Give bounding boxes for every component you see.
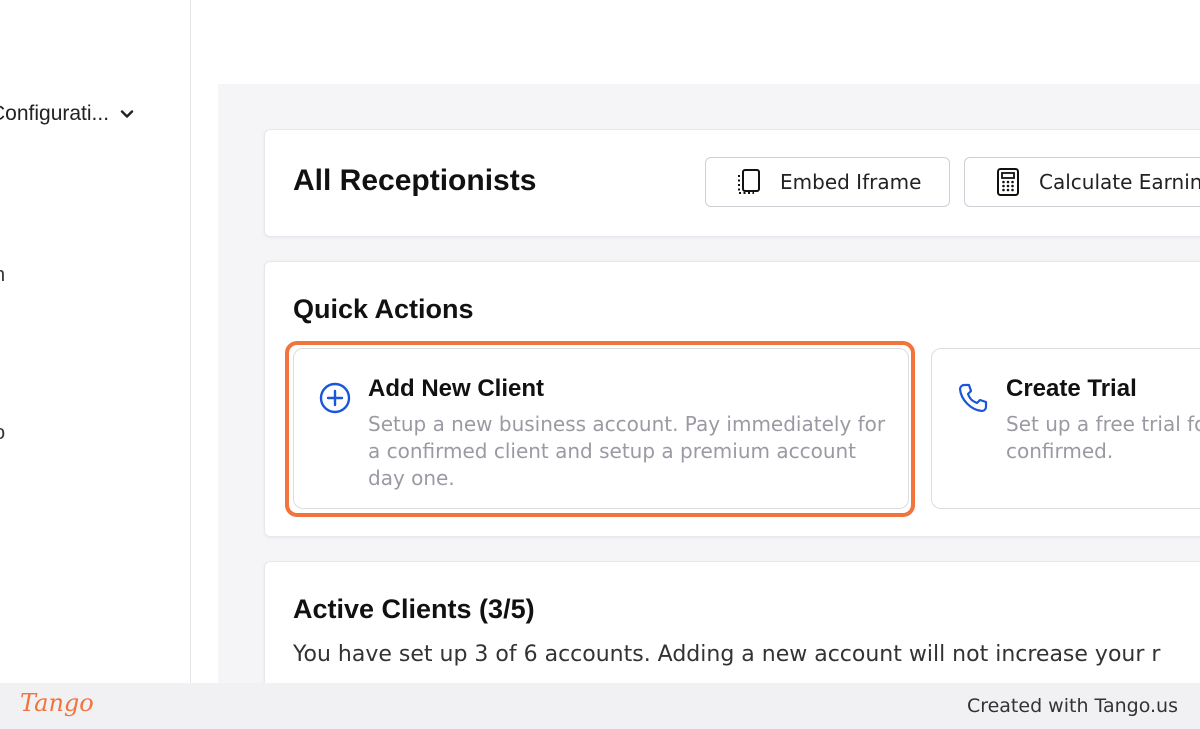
add-new-client-tile[interactable]: Add New Client Setup a new business acco… bbox=[293, 348, 909, 509]
phone-icon bbox=[958, 383, 988, 413]
embed-iframe-icon bbox=[738, 169, 760, 194]
sidebar: Configurati... n o bbox=[0, 0, 191, 683]
active-clients-description: You have set up 3 of 6 accounts. Adding … bbox=[293, 642, 1161, 667]
active-clients-card: Active Clients (3/5) You have set up 3 o… bbox=[264, 561, 1200, 683]
create-trial-title: Create Trial bbox=[1006, 375, 1137, 402]
sidebar-configuration-menu[interactable]: Configurati... bbox=[0, 102, 135, 126]
quick-actions-title: Quick Actions bbox=[293, 294, 474, 324]
create-trial-description: Set up a free trial for they are confirm… bbox=[1006, 412, 1200, 463]
tango-logo: Tango bbox=[20, 689, 94, 717]
page-header-card: All Receptionists Embed Iframe Calculate… bbox=[264, 129, 1200, 237]
sidebar-menu-label: Configurati... bbox=[0, 102, 110, 125]
footer-bar: Tango Created with Tango.us bbox=[0, 683, 1200, 729]
active-clients-title: Active Clients (3/5) bbox=[293, 594, 535, 624]
add-new-client-title: Add New Client bbox=[368, 375, 545, 402]
plus-circle-icon bbox=[319, 382, 351, 414]
sidebar-item-fragment[interactable]: n bbox=[0, 264, 5, 287]
quick-actions-card: Quick Actions Add New Client Setup a new… bbox=[264, 261, 1200, 537]
calculator-icon bbox=[997, 168, 1019, 196]
chevron-down-icon bbox=[120, 110, 134, 118]
sidebar-item-fragment[interactable]: o bbox=[0, 422, 5, 445]
app-frame: Configurati... n o All Receptionists Emb… bbox=[0, 0, 1200, 683]
embed-iframe-label: Embed Iframe bbox=[780, 170, 922, 194]
create-trial-tile[interactable]: Create Trial Set up a free trial for the… bbox=[931, 348, 1200, 509]
page-title: All Receptionists bbox=[293, 164, 537, 197]
calculate-earnings-button[interactable]: Calculate Earnings bbox=[964, 157, 1200, 207]
add-new-client-description: Setup a new business account. Pay immedi… bbox=[368, 412, 886, 490]
calculate-earnings-label: Calculate Earnings bbox=[1039, 170, 1200, 194]
embed-iframe-button[interactable]: Embed Iframe bbox=[705, 157, 950, 207]
created-with-text: Created with Tango.us bbox=[966, 695, 1178, 717]
